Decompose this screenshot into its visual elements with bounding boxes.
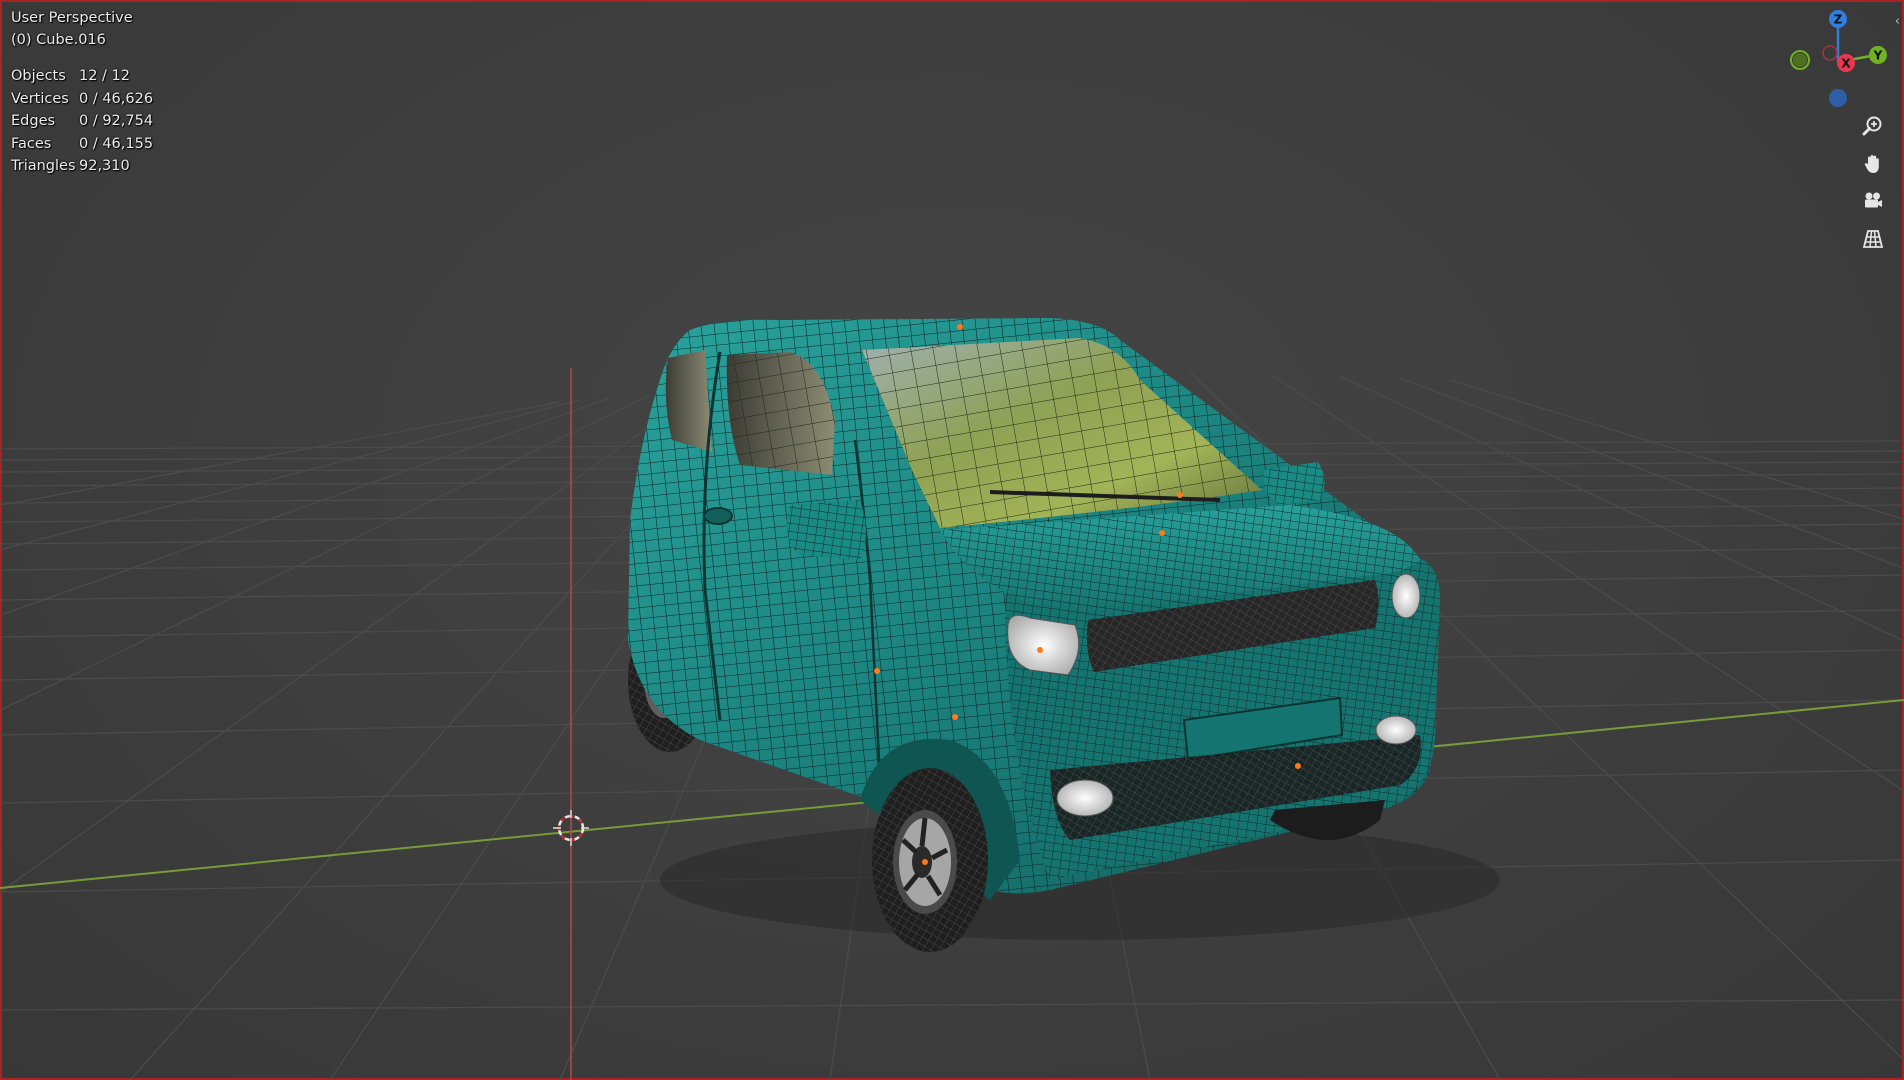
- axis-label: Z: [1834, 13, 1843, 27]
- stat-value: 12 / 12: [79, 68, 131, 85]
- view-name-label: User Perspective: [11, 10, 133, 26]
- stat-row-vertices: Vertices 0 / 46,626: [11, 88, 153, 111]
- neg-x-axis-handle[interactable]: [1822, 45, 1838, 61]
- stat-label: Objects: [11, 68, 66, 85]
- car-mesh: [628, 318, 1500, 952]
- stat-label: Vertices: [11, 90, 69, 107]
- stat-value: 0 / 46,155: [79, 135, 154, 152]
- stat-value: 0 / 46,626: [79, 90, 154, 107]
- right-headlight: [1391, 573, 1421, 619]
- stat-row-edges: Edges 0 / 92,754: [11, 110, 153, 133]
- camera-view-icon[interactable]: [1857, 185, 1889, 217]
- zoom-icon[interactable]: [1857, 110, 1889, 142]
- scene-canvas[interactable]: [0, 0, 1904, 1080]
- stat-row-faces: Faces 0 / 46,155: [11, 133, 153, 156]
- axis-label: X: [1841, 57, 1851, 71]
- stat-value: 92,310: [79, 158, 130, 175]
- stat-value: 0 / 92,754: [79, 113, 154, 130]
- stat-label: Faces: [11, 135, 52, 152]
- front-tire: [872, 768, 988, 952]
- 3d-viewport[interactable]: User Perspective (0) Cube.016 Objects 12…: [0, 0, 1904, 1080]
- stat-label: Triangles: [11, 158, 76, 175]
- pan-hand-icon[interactable]: [1857, 148, 1889, 180]
- right-fog-light: [1375, 715, 1417, 745]
- active-object-label: (0) Cube.016: [11, 32, 106, 48]
- ortho-grid-icon[interactable]: [1857, 223, 1889, 255]
- left-fog-light: [1056, 779, 1114, 817]
- stat-row-objects: Objects 12 / 12: [11, 65, 153, 88]
- stat-label: Edges: [11, 113, 56, 130]
- stat-row-triangles: Triangles 92,310: [11, 155, 153, 178]
- navigation-gizmo[interactable]: Z Y X: [1780, 4, 1890, 114]
- sidebar-collapse-arrow-icon[interactable]: ‹: [1895, 14, 1900, 29]
- neg-z-axis-handle[interactable]: [1829, 89, 1847, 107]
- axis-label: Y: [1873, 49, 1883, 63]
- viewport-stats-overlay: User Perspective (0) Cube.016 Objects 12…: [11, 7, 153, 178]
